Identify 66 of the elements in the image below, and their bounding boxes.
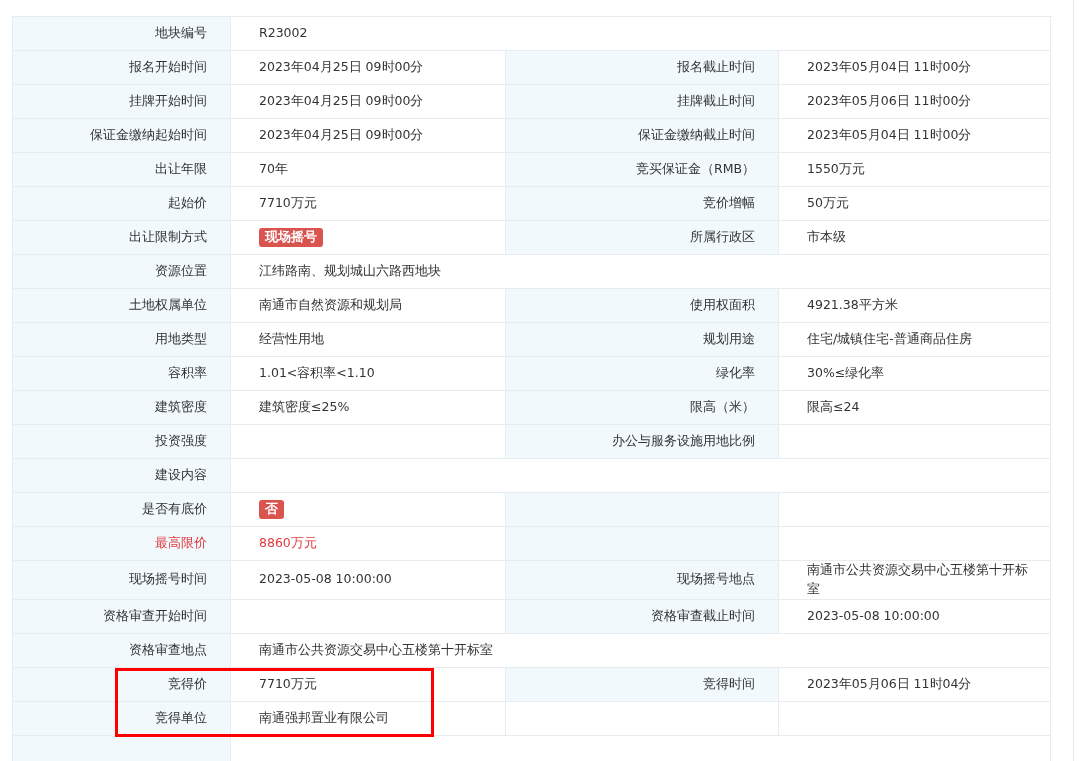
field-label: 挂牌开始时间 [129,92,207,111]
field-label: 竞买保证金（RMB） [635,160,755,179]
field-value: 1.01<容积率<1.10 [259,364,375,383]
field-value: 江纬路南、规划城山六路西地块 [259,262,441,281]
field-value: 2023年05月06日 11时04分 [807,674,972,693]
field-label: 竞得价 [168,674,207,693]
field-value: 1550万元 [807,160,865,179]
field-value: 南通强邦置业有限公司 [259,708,389,727]
field-value: 70年 [259,160,288,179]
field-label: 最高限价 [155,534,207,553]
field-label: 规划用途 [703,330,755,349]
field-label: 容积率 [168,364,207,383]
field-value: 2023年05月04日 11时00分 [807,126,972,145]
field-label: 绿化率 [716,364,755,383]
field-label: 资格审查地点 [129,640,207,659]
field-value: 7710万元 [259,674,317,693]
field-value: 2023-05-08 10:00:00 [807,606,940,625]
field-value: 建筑密度≤25% [259,398,350,417]
field-label: 现场摇号地点 [677,570,755,589]
field-label: 资源位置 [155,262,207,281]
field-value: 2023年04月25日 09时00分 [259,126,424,145]
field-label: 竞得单位 [155,708,207,727]
field-label: 地块编号 [155,24,207,43]
field-value: 7710万元 [259,194,317,213]
field-label: 竞得时间 [703,674,755,693]
field-value: 2023年04月25日 09时00分 [259,58,424,77]
field-label: 土地权属单位 [129,296,207,315]
field-label: 资格审查开始时间 [103,606,207,625]
field-label: 起始价 [168,194,207,213]
field-label: 报名截止时间 [677,58,755,77]
status-badge: 现场摇号 [259,228,323,247]
field-label: 投资强度 [155,432,207,451]
field-label: 出让年限 [155,160,207,179]
field-label: 建设内容 [155,466,207,485]
field-value: 2023-05-08 10:00:00 [259,570,392,589]
field-label: 限高（米） [690,398,755,417]
field-value: 住宅/城镇住宅-普通商品住房 [807,330,972,349]
field-label: 报名开始时间 [129,58,207,77]
field-label: 保证金缴纳起始时间 [90,126,207,145]
field-label: 保证金缴纳截止时间 [638,126,755,145]
field-value: 2023年05月06日 11时00分 [807,92,972,111]
field-label: 所属行政区 [690,228,755,247]
field-label: 办公与服务设施用地比例 [612,432,755,451]
field-value: 南通市公共资源交易中心五楼第十开标室 [807,561,1029,598]
field-value: 2023年05月04日 11时00分 [807,58,972,77]
field-value: 4921.38平方米 [807,296,898,315]
field-label: 竞价增幅 [703,194,755,213]
status-badge: 否 [259,500,284,519]
field-label: 出让限制方式 [129,228,207,247]
field-value: 2023年04月25日 09时00分 [259,92,424,111]
field-value: 南通市自然资源和规划局 [259,296,402,315]
field-value: 经营性用地 [259,330,324,349]
field-label: 资格审查截止时间 [651,606,755,625]
field-label: 使用权面积 [690,296,755,315]
field-value: 8860万元 [259,534,317,553]
field-value: 市本级 [807,228,846,247]
field-label: 挂牌截止时间 [677,92,755,111]
field-label: 建筑密度 [155,398,207,417]
field-label: 现场摇号时间 [129,570,207,589]
field-value: 限高≤24 [807,398,860,417]
field-value: 30%≤绿化率 [807,364,885,383]
field-value: R23002 [259,24,308,43]
field-value: 南通市公共资源交易中心五楼第十开标室 [259,640,493,659]
field-value: 50万元 [807,194,849,213]
field-label: 是否有底价 [142,500,207,519]
field-label: 用地类型 [155,330,207,349]
